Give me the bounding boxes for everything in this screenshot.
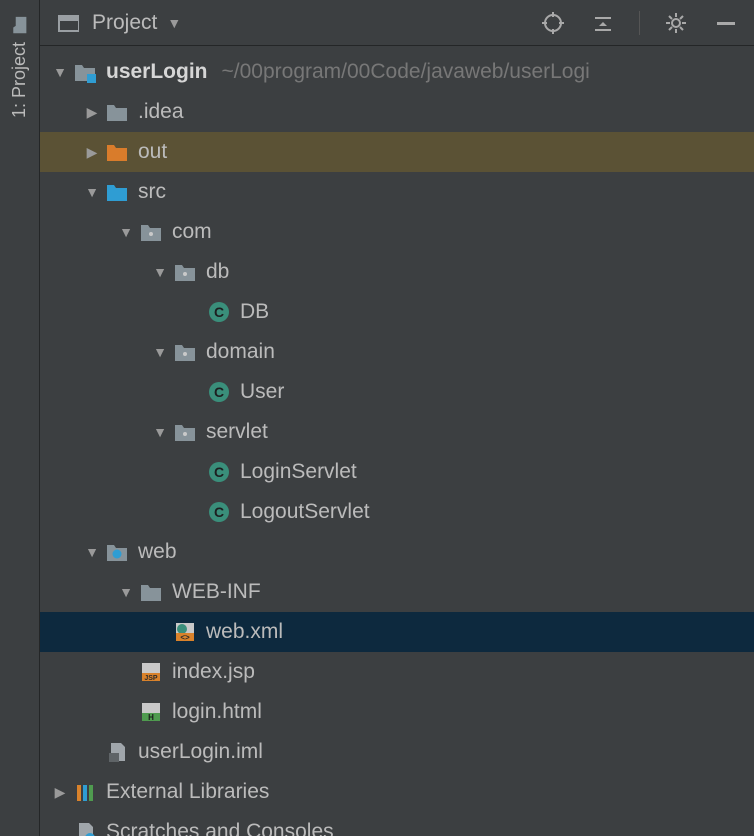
tree-node-idea[interactable]: ▶ .idea <box>40 92 754 132</box>
gear-icon[interactable] <box>662 9 690 37</box>
folder-icon <box>138 579 164 605</box>
tree-node-domain[interactable]: ▼ domain <box>40 332 754 372</box>
node-path: ~/00program/00Code/javaweb/userLogi <box>222 60 590 84</box>
package-icon <box>172 339 198 365</box>
folder-icon <box>104 99 130 125</box>
html-file-icon <box>138 699 164 725</box>
tree-node-servlet[interactable]: ▼ servlet <box>40 412 754 452</box>
class-icon <box>206 459 232 485</box>
tree-node-src[interactable]: ▼ src <box>40 172 754 212</box>
node-label: web.xml <box>206 620 283 644</box>
node-label: db <box>206 260 229 284</box>
folder-icon <box>11 16 29 34</box>
chevron-down-icon[interactable]: ▼ <box>167 15 181 31</box>
node-label: domain <box>206 340 275 364</box>
panel-header: Project ▼ <box>40 0 754 46</box>
project-tool-tab[interactable]: 1: Project <box>9 8 30 126</box>
expand-arrow-icon[interactable]: ▼ <box>148 424 172 440</box>
library-icon <box>72 779 98 805</box>
node-label: src <box>138 180 166 204</box>
expand-arrow-icon[interactable]: ▼ <box>48 64 72 80</box>
jsp-file-icon <box>138 659 164 685</box>
expand-arrow-icon[interactable]: ▼ <box>148 344 172 360</box>
node-label: User <box>240 380 284 404</box>
package-icon <box>172 259 198 285</box>
tree-node-iml[interactable]: ▶ userLogin.iml <box>40 732 754 772</box>
node-label: out <box>138 140 167 164</box>
node-label: LoginServlet <box>240 460 357 484</box>
tree-node-scratches[interactable]: ▶ Scratches and Consoles <box>40 812 754 836</box>
tree-node-logout-servlet[interactable]: ▶ LogoutServlet <box>40 492 754 532</box>
collapse-all-icon[interactable] <box>589 9 617 37</box>
tree-node-external-libraries[interactable]: ▶ External Libraries <box>40 772 754 812</box>
node-label: .idea <box>138 100 184 124</box>
locate-icon[interactable] <box>539 9 567 37</box>
tree-node-root[interactable]: ▼ userLogin ~/00program/00Code/javaweb/u… <box>40 52 754 92</box>
package-icon <box>172 419 198 445</box>
tree-node-out[interactable]: ▶ out <box>40 132 754 172</box>
expand-arrow-icon[interactable]: ▶ <box>48 784 72 801</box>
tree-node-indexjsp[interactable]: ▶ index.jsp <box>40 652 754 692</box>
project-tree[interactable]: ▼ userLogin ~/00program/00Code/javaweb/u… <box>40 46 754 836</box>
tree-node-user-class[interactable]: ▶ User <box>40 372 754 412</box>
expand-arrow-icon[interactable]: ▼ <box>148 264 172 280</box>
node-label: index.jsp <box>172 660 255 684</box>
panel-title[interactable]: Project <box>92 11 157 35</box>
expand-arrow-icon[interactable]: ▼ <box>114 224 138 240</box>
package-icon <box>138 219 164 245</box>
node-label: Scratches and Consoles <box>106 820 334 836</box>
expand-arrow-icon[interactable]: ▼ <box>114 584 138 600</box>
tree-node-webinf[interactable]: ▼ WEB-INF <box>40 572 754 612</box>
expand-arrow-icon[interactable]: ▶ <box>80 144 104 161</box>
node-label: userLogin.iml <box>138 740 263 764</box>
scratches-icon <box>72 819 98 836</box>
tree-node-loginhtml[interactable]: ▶ login.html <box>40 692 754 732</box>
tree-node-login-servlet[interactable]: ▶ LoginServlet <box>40 452 754 492</box>
class-icon <box>206 499 232 525</box>
expand-arrow-icon[interactable]: ▼ <box>80 184 104 200</box>
node-label: com <box>172 220 212 244</box>
node-label: DB <box>240 300 269 324</box>
node-label: web <box>138 540 177 564</box>
excluded-folder-icon <box>104 139 130 165</box>
node-label: External Libraries <box>106 780 269 804</box>
divider <box>639 11 640 35</box>
expand-arrow-icon[interactable]: ▶ <box>80 104 104 121</box>
tree-node-webxml[interactable]: ▶ web.xml <box>40 612 754 652</box>
class-icon <box>206 379 232 405</box>
tree-node-db-class[interactable]: ▶ DB <box>40 292 754 332</box>
project-view-icon[interactable] <box>54 9 82 37</box>
module-folder-icon <box>72 59 98 85</box>
iml-file-icon <box>104 739 130 765</box>
project-panel: Project ▼ ▼ userLogin ~/00progra <box>40 0 754 836</box>
class-icon <box>206 299 232 325</box>
tool-tab-label: 1: Project <box>9 42 30 118</box>
source-folder-icon <box>104 179 130 205</box>
node-label: login.html <box>172 700 262 724</box>
xml-file-icon <box>172 619 198 645</box>
node-label: servlet <box>206 420 268 444</box>
tree-node-web[interactable]: ▼ web <box>40 532 754 572</box>
tool-window-bar[interactable]: 1: Project <box>0 0 40 836</box>
webroot-folder-icon <box>104 539 130 565</box>
node-label: userLogin <box>106 60 208 84</box>
tree-node-com[interactable]: ▼ com <box>40 212 754 252</box>
node-label: LogoutServlet <box>240 500 370 524</box>
tree-node-db[interactable]: ▼ db <box>40 252 754 292</box>
expand-arrow-icon[interactable]: ▼ <box>80 544 104 560</box>
node-label: WEB-INF <box>172 580 261 604</box>
hide-icon[interactable] <box>712 9 740 37</box>
